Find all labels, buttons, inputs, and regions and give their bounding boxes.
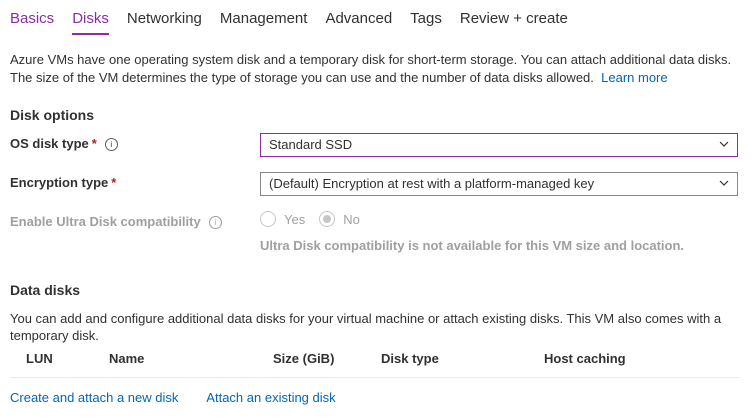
ultra-disk-label: Enable Ultra Disk compatibility i [10,214,222,229]
ultra-disk-radio-group: Yes No [260,211,360,227]
column-name: Name [109,351,145,366]
data-disks-actions: Create and attach a new disk Attach an e… [10,390,361,405]
ultra-disk-note: Ultra Disk compatibility is not availabl… [260,238,685,253]
info-icon[interactable]: i [208,216,222,229]
radio-label-yes: Yes [284,211,306,227]
encryption-type-select[interactable]: (Default) Encryption at rest with a plat… [260,172,738,196]
ultra-disk-label-text: Enable Ultra Disk compatibility [10,214,201,229]
learn-more-link[interactable]: Learn more [601,70,667,85]
tab-advanced[interactable]: Advanced [325,10,392,35]
create-attach-disk-link[interactable]: Create and attach a new disk [10,390,178,405]
data-disks-description: You can add and configure additional dat… [10,311,722,343]
os-disk-type-value: Standard SSD [269,137,353,152]
data-disks-title: Data disks [10,282,81,298]
info-icon[interactable]: i [104,138,118,151]
tab-tags[interactable]: Tags [410,10,442,35]
required-asterisk: * [91,136,97,151]
radio-circle-selected [319,211,336,227]
data-disks-table-header: LUN Name Size (GiB) Disk type Host cachi… [10,351,740,378]
column-host-caching: Host caching [544,351,626,366]
encryption-type-value: (Default) Encryption at rest with a plat… [269,176,595,191]
tab-review-create[interactable]: Review + create [460,10,568,35]
ultra-disk-no-radio[interactable]: No [319,211,360,227]
tab-networking[interactable]: Networking [127,10,202,35]
tab-disks[interactable]: Disks [72,10,109,35]
column-disk-type: Disk type [381,351,439,366]
os-disk-type-label-text: OS disk type [10,136,89,151]
os-disk-type-label: OS disk type * i [10,136,118,151]
radio-circle [260,211,276,227]
attach-existing-disk-link[interactable]: Attach an existing disk [206,390,335,405]
column-lun: LUN [26,351,53,366]
encryption-type-label: Encryption type * [10,175,116,190]
column-size: Size (GiB) [273,351,335,366]
intro-text: Azure VMs have one operating system disk… [10,51,745,87]
chevron-down-icon [719,141,729,147]
tab-management[interactable]: Management [220,10,308,35]
disk-options-title: Disk options [10,107,95,123]
os-disk-type-select[interactable]: Standard SSD [260,133,738,157]
tab-bar: Basics Disks Networking Management Advan… [10,10,568,35]
ultra-disk-yes-radio[interactable]: Yes [260,211,305,227]
radio-label-no: No [343,211,360,227]
tab-basics[interactable]: Basics [10,10,54,35]
required-asterisk: * [111,175,117,190]
encryption-type-label-text: Encryption type [10,175,109,190]
chevron-down-icon [719,180,729,186]
